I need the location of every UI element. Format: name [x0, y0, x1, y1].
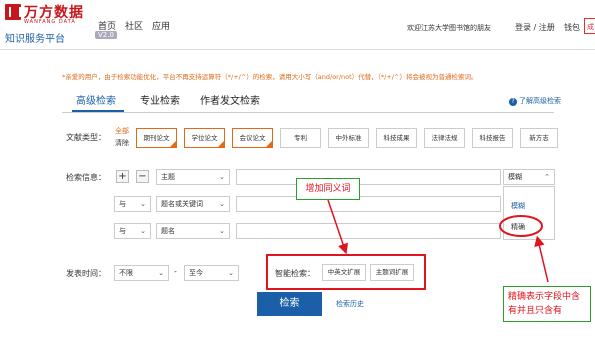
chevron-down-icon: ⌄	[158, 269, 164, 277]
chevron-down-icon: ⌄	[219, 173, 225, 181]
add-row-button[interactable]: +	[116, 170, 129, 183]
search-input-2[interactable]	[236, 196, 501, 212]
field-select-1[interactable]: 主题 ⌄	[156, 169, 230, 185]
doc-type-label: 文献类型：	[66, 133, 106, 142]
chip-local-chronicle[interactable]: 新方志	[520, 128, 558, 148]
chevron-down-icon: ⌄	[140, 200, 146, 208]
chip-standard[interactable]: 中外标准	[328, 128, 369, 148]
chip-thesis[interactable]: 学位论文	[184, 128, 225, 148]
tab-author-search[interactable]: 作者发文检索	[200, 92, 260, 107]
nav-home[interactable]: 首页	[98, 19, 116, 32]
tab-advanced-search[interactable]: 高级检索	[76, 92, 116, 107]
time-to-select[interactable]: 至今 ⌄	[184, 265, 239, 281]
exact-annotation: 精确表示字段中含有并且只含有	[503, 286, 591, 322]
search-button[interactable]: 检索	[257, 292, 322, 316]
wallet-link[interactable]: 钱包	[564, 22, 580, 33]
chevron-down-icon: ⌄	[228, 269, 234, 277]
search-input-1[interactable]	[236, 169, 501, 185]
tab-professional-search[interactable]: 专业检索	[140, 92, 180, 107]
welcome-text: 欢迎江苏大学图书馆的朋友	[407, 24, 491, 32]
remove-row-button[interactable]: −	[136, 170, 149, 183]
logo-subtext: WANFANG DATA	[24, 19, 76, 25]
subject-expand-button[interactable]: 主题词扩展	[370, 264, 414, 281]
exact-highlight-ellipse	[499, 215, 543, 237]
chip-report[interactable]: 科技报告	[472, 128, 513, 148]
exact-arrow	[534, 235, 549, 283]
field-select-3[interactable]: 题名 ⌄	[156, 223, 230, 239]
tabs-divider	[62, 112, 554, 113]
wanfang-logo-icon[interactable]	[5, 4, 21, 20]
search-input-3[interactable]	[236, 223, 501, 239]
header-divider	[0, 49, 595, 50]
notice-text: *亲爱的用户，由于检索功能优化，平台不再支持运算符（*/+/^）的检索，请用大小…	[62, 73, 478, 81]
match-select-1[interactable]: 模糊 ⌃	[503, 169, 555, 185]
publish-time-label: 发表时间：	[66, 269, 106, 278]
time-dash: -	[174, 267, 177, 276]
chevron-down-icon: ⌄	[219, 200, 225, 208]
nav-community[interactable]: 社区	[125, 19, 143, 32]
chevron-up-icon: ⌃	[544, 173, 550, 181]
chip-law[interactable]: 法律法规	[424, 128, 465, 148]
platform-title: 知识服务平台	[5, 34, 65, 45]
search-info-label: 检索信息：	[66, 173, 106, 182]
version-badge: V2.0	[95, 31, 117, 39]
field-select-2[interactable]: 题名或关键词 ⌄	[156, 196, 230, 212]
time-from-select[interactable]: 不限 ⌄	[114, 265, 169, 281]
doc-type-clear[interactable]: 清除	[115, 138, 129, 148]
help-link[interactable]: ? 了解高级检索	[509, 96, 561, 106]
logic-select-3[interactable]: 与 ⌄	[114, 223, 151, 239]
synonym-annotation: 增加同义词	[296, 178, 360, 200]
cn-en-expand-button[interactable]: 中英文扩展	[322, 264, 366, 281]
chip-conference[interactable]: 会议论文	[232, 128, 273, 148]
logic-select-2[interactable]: 与 ⌄	[114, 196, 151, 212]
nav-apps[interactable]: 应用	[152, 19, 170, 32]
login-link[interactable]: 登录 / 注册	[515, 22, 555, 33]
smart-search-label: 智能检索：	[275, 269, 315, 278]
chip-patent[interactable]: 专利	[280, 128, 321, 148]
search-history-link[interactable]: 检索历史	[336, 299, 364, 309]
question-icon: ?	[509, 98, 517, 106]
chevron-down-icon: ⌄	[219, 227, 225, 235]
dropdown-option-fuzzy[interactable]: 模糊	[511, 201, 525, 211]
chevron-down-icon: ⌄	[140, 227, 146, 235]
doc-type-all[interactable]: 全部	[115, 126, 129, 136]
cut-off-button[interactable]: 成	[584, 18, 595, 34]
chip-achievement[interactable]: 科技成果	[376, 128, 417, 148]
chip-journal[interactable]: 期刊论文	[136, 128, 177, 148]
